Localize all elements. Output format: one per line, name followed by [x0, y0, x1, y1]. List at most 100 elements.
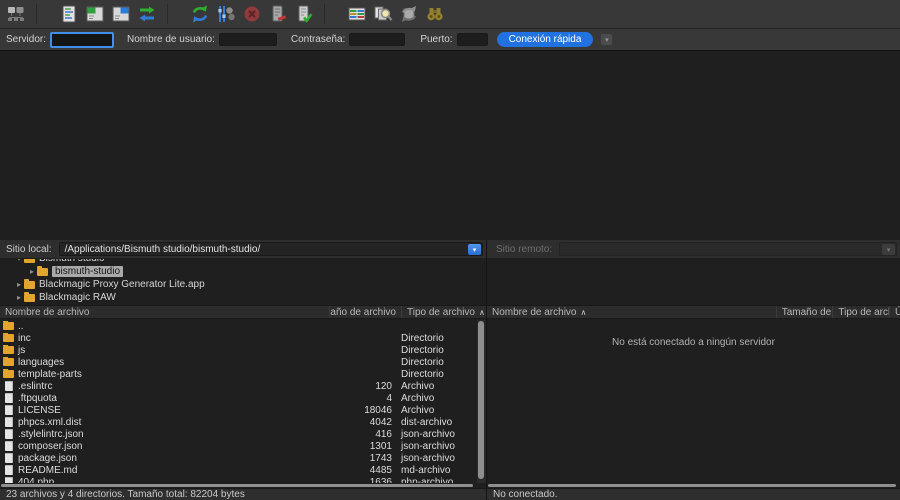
table-row[interactable]: README.md4485md-archivo	[0, 464, 477, 476]
port-input[interactable]	[457, 33, 488, 46]
folder-icon	[3, 358, 14, 366]
toggle-processing-queue-button[interactable]	[214, 2, 238, 26]
chevron-down-icon: ▾	[605, 36, 609, 44]
file-size: 4042	[328, 417, 392, 428]
local-site-row: Sitio local: /Applications/Bismuth studi…	[0, 240, 486, 258]
refresh-icon	[190, 4, 210, 24]
directory-comparison-icon	[373, 4, 393, 24]
expander-icon[interactable]: ▸	[14, 280, 24, 289]
folder-icon	[37, 268, 48, 276]
remote-not-connected-message: No está conectado a ningún servidor	[487, 337, 900, 348]
table-row[interactable]: LICENSE18046Archivo	[0, 404, 477, 416]
local-column-header-size[interactable]: Tamaño de archivo	[330, 306, 402, 318]
local-site-combobox[interactable]: /Applications/Bismuth studio/bismuth-stu…	[59, 242, 483, 256]
file-type: Directorio	[392, 333, 444, 344]
file-type: Archivo	[392, 405, 434, 416]
file-type: json-archivo	[392, 441, 455, 452]
remote-column-header-type[interactable]: Tipo de archiv	[833, 306, 890, 318]
file-type: json-archivo	[392, 429, 455, 440]
synchronized-browsing-icon	[399, 4, 419, 24]
reconnect-button[interactable]	[292, 2, 316, 26]
table-row[interactable]: languagesDirectorio	[0, 356, 477, 368]
file-type: Archivo	[392, 393, 434, 404]
file-size: 18046	[328, 405, 392, 416]
scrollbar-thumb[interactable]	[478, 321, 484, 479]
username-label: Nombre de usuario:	[127, 34, 215, 45]
folder-icon	[3, 370, 14, 378]
cancel-icon	[242, 4, 262, 24]
remote-pane: No está conectado a ningún servidor	[487, 259, 900, 483]
folder-icon	[24, 294, 35, 302]
processing-queue-icon	[216, 4, 236, 24]
synchronized-browsing-button[interactable]	[397, 2, 421, 26]
local-vertical-scrollbar[interactable]	[477, 320, 486, 483]
local-site-path: /Applications/Bismuth studio/bismuth-stu…	[65, 244, 261, 255]
table-row[interactable]: jsDirectorio	[0, 344, 477, 356]
expander-icon[interactable]: ▸	[27, 267, 37, 276]
disconnect-button[interactable]	[266, 2, 290, 26]
file-name: composer.json	[18, 441, 82, 452]
local-column-header-name[interactable]: Nombre de archivo	[0, 306, 330, 318]
refresh-button[interactable]	[188, 2, 212, 26]
cancel-operation-button[interactable]	[240, 2, 264, 26]
table-row[interactable]: template-partsDirectorio	[0, 368, 477, 380]
table-row[interactable]: incDirectorio	[0, 332, 477, 344]
filters-icon	[347, 4, 367, 24]
expander-icon[interactable]: ▾	[14, 259, 24, 263]
file-type: dist-archivo	[392, 417, 452, 428]
table-row[interactable]: package.json1743json-archivo	[0, 452, 477, 464]
local-status-text: 23 archivos y 4 directorios. Tamaño tota…	[6, 489, 245, 500]
file-size: 416	[328, 429, 392, 440]
scrollbar-thumb[interactable]	[1, 484, 473, 487]
toggle-local-tree-button[interactable]	[83, 2, 107, 26]
local-status-bar: 23 archivos y 4 directorios. Tamaño tota…	[0, 488, 486, 500]
table-row[interactable]: .stylelintrc.json416json-archivo	[0, 428, 477, 440]
file-size: 1743	[328, 453, 392, 464]
quickconnect-dropdown-button[interactable]: ▾	[600, 33, 613, 46]
expander-icon[interactable]: ▸	[14, 293, 24, 302]
file-type: md-archivo	[392, 465, 450, 476]
file-name: package.json	[18, 453, 77, 464]
scrollbar-thumb[interactable]	[488, 484, 896, 487]
remote-site-combobox: ▾	[559, 242, 897, 256]
password-input[interactable]	[349, 33, 405, 46]
site-manager-icon	[6, 4, 26, 24]
tree-item[interactable]: ▸Blackmagic RAW	[0, 291, 486, 304]
username-input[interactable]	[219, 33, 277, 46]
local-column-header-type[interactable]: Tipo de archivo ∧	[402, 306, 486, 318]
table-row[interactable]: .ftpquota 4Archivo	[0, 392, 477, 404]
folder-icon	[3, 334, 14, 342]
toggle-remote-tree-button[interactable]	[109, 2, 133, 26]
tree-item[interactable]: ▸Blackmagic Proxy Generator Lite.app	[0, 278, 486, 291]
file-name: ..	[18, 321, 24, 332]
toggle-message-log-button[interactable]	[57, 2, 81, 26]
table-row[interactable]: composer.json1301json-archivo	[0, 440, 477, 452]
remote-status-text: No conectado.	[493, 489, 558, 500]
directory-listing-filters-button[interactable]	[345, 2, 369, 26]
password-label: Contraseña:	[291, 34, 345, 45]
table-row[interactable]: phpcs.xml.dist4042dist-archivo	[0, 416, 477, 428]
table-row[interactable]: 404.php1636php-archivo	[0, 476, 477, 483]
file-size: 4	[328, 393, 392, 404]
remote-column-header-modified[interactable]: Últi	[890, 306, 900, 318]
local-tree-view-icon	[85, 4, 105, 24]
tree-item-label: bismuth-studio	[52, 266, 123, 277]
table-row[interactable]: .eslintrc120Archivo	[0, 380, 477, 392]
site-manager-button[interactable]	[4, 2, 28, 26]
remote-column-header-name[interactable]: Nombre de archivo ∧	[487, 306, 777, 318]
remote-column-header-size[interactable]: Tamaño de ar	[777, 306, 834, 318]
local-site-dropdown-button[interactable]: ▾	[468, 244, 481, 255]
quickconnect-button[interactable]: Conexión rápida	[497, 32, 594, 47]
file-icon	[5, 429, 13, 439]
file-name: .ftpquota	[18, 393, 57, 404]
file-icon	[5, 465, 13, 475]
table-row[interactable]: ..	[0, 320, 477, 332]
tree-item[interactable]: ▸ bismuth-studio	[0, 265, 486, 278]
local-tree: ▾Bismuth studio▸bismuth-studio▸Blackmagi…	[0, 259, 486, 305]
find-files-button[interactable]	[423, 2, 447, 26]
server-input[interactable]	[50, 32, 114, 48]
toggle-transfer-queue-button[interactable]	[135, 2, 159, 26]
directory-comparison-button[interactable]	[371, 2, 395, 26]
panel-divider[interactable]	[486, 240, 487, 500]
file-name: languages	[18, 357, 64, 368]
